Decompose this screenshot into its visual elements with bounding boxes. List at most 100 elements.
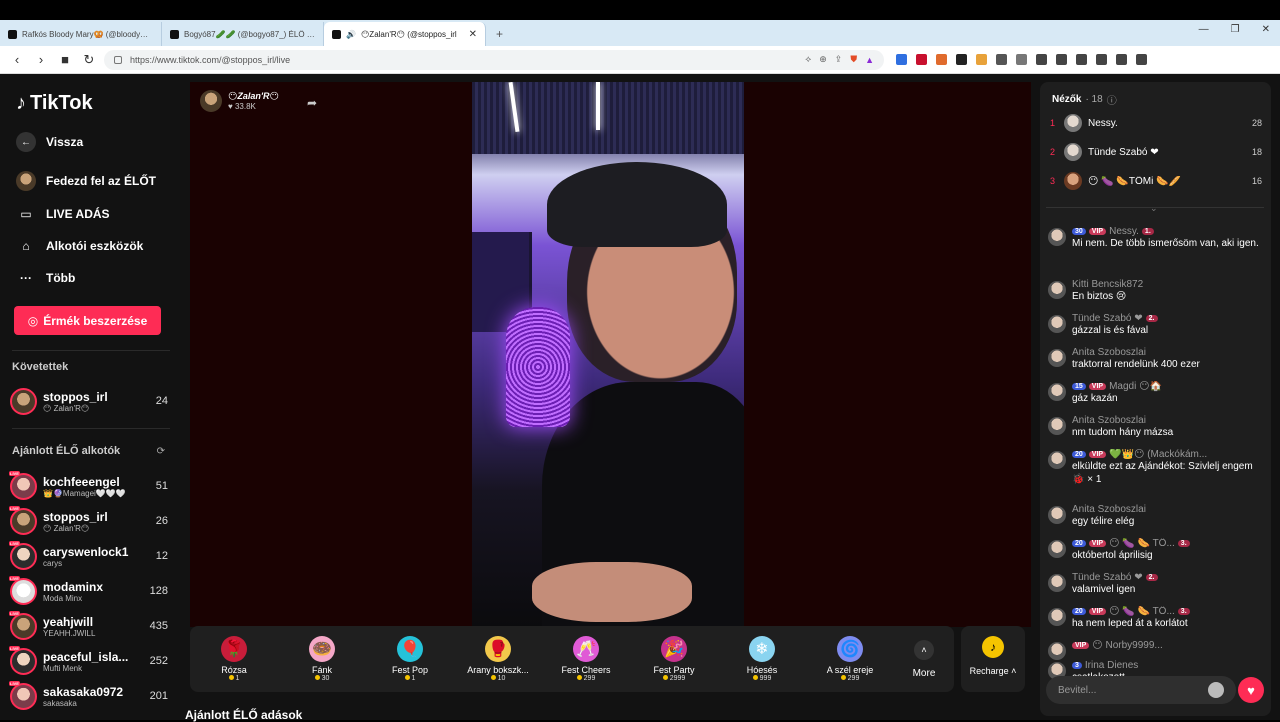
- reload-icon[interactable]: ↻: [80, 51, 98, 69]
- wallet-icon[interactable]: [1076, 54, 1087, 65]
- chat-message[interactable]: Anita Szoboszlai nm tudom hány mázsa: [1048, 415, 1266, 439]
- chat-username[interactable]: Anita Szoboszlai: [1072, 415, 1146, 426]
- chat-message[interactable]: Tünde Szabó ❤ 2. gázzal is és fával: [1048, 313, 1266, 337]
- top-viewer-row[interactable]: 1 Nessy. 28: [1050, 112, 1262, 134]
- chat-message[interactable]: 30 VIP Nessy. 1. Mi nem. De több ismerősöm v…: [1048, 226, 1266, 250]
- menu-icon[interactable]: [1136, 54, 1147, 65]
- avatar: [1048, 315, 1066, 333]
- share-icon[interactable]: ➦: [307, 96, 317, 110]
- bookmark-icon[interactable]: ■: [56, 51, 74, 69]
- chat-username[interactable]: Nessy.: [1109, 226, 1139, 237]
- refresh-icon[interactable]: ⟳: [157, 446, 165, 457]
- recharge-button[interactable]: ♪ Recharge ˄: [961, 626, 1025, 692]
- ai-icon[interactable]: [1096, 54, 1107, 65]
- chevron-down-icon[interactable]: ⌄: [1150, 203, 1158, 214]
- like-heart-button[interactable]: ♥: [1238, 677, 1264, 703]
- extension-icon[interactable]: [956, 54, 967, 65]
- top-viewer-row[interactable]: 2 Tünde Szabó ❤ 18: [1050, 141, 1262, 163]
- close-tab-icon[interactable]: ✕: [469, 29, 477, 40]
- extension-icon[interactable]: [896, 54, 907, 65]
- gift-item[interactable]: 🎈 Fest Pop 1: [366, 636, 454, 682]
- browser-tab-3-active[interactable]: 🔊 😶Zalan'R😶 (@stoppos_irl ✕: [324, 22, 486, 46]
- gift-item[interactable]: 🥂 Fest Cheers 299: [542, 636, 630, 682]
- speaker-icon[interactable]: 🔊: [346, 30, 356, 39]
- chat-message[interactable]: Anita Szoboszlai egy télire elég: [1048, 504, 1266, 528]
- share-page-icon[interactable]: ⇪: [835, 54, 843, 65]
- maximize-icon[interactable]: ❐: [1231, 24, 1240, 35]
- recommended-creator[interactable]: LIVE modaminx Moda Minx 128: [9, 575, 168, 607]
- chat-message[interactable]: 20 VIP 😶 🍆 🌭 TÖ... 3. októbertol áprilisig: [1048, 538, 1266, 562]
- close-window-icon[interactable]: ✕: [1262, 24, 1270, 35]
- media-icon[interactable]: [1036, 54, 1047, 65]
- chat-input[interactable]: Bevitel...: [1046, 676, 1236, 704]
- zoom-icon[interactable]: ⊕: [819, 54, 827, 65]
- recommended-creator[interactable]: LIVE yeahjwill YEAHH.JWILL 435: [9, 610, 168, 642]
- nav-more[interactable]: ··· Több: [16, 268, 75, 288]
- chat-username[interactable]: Tünde Szabó ❤: [1072, 572, 1143, 583]
- chat-username[interactable]: Magdi 😶🏠: [1109, 381, 1162, 392]
- extension-icon[interactable]: [1016, 54, 1027, 65]
- gift-item[interactable]: 🌀 A szél ereje 299: [806, 636, 894, 682]
- brave-shield-icon[interactable]: ⛊: [850, 54, 857, 65]
- chat-message[interactable]: VIP 😶 Norby9999...: [1048, 640, 1266, 660]
- live-video[interactable]: [472, 82, 744, 627]
- extension-icon[interactable]: [916, 54, 927, 65]
- translate-icon[interactable]: ⟡: [805, 54, 811, 65]
- info-icon[interactable]: ⓘ: [1107, 92, 1117, 107]
- recommended-creator[interactable]: LIVE peaceful_isla... Mufti Menk 252: [9, 645, 168, 677]
- site-info-icon[interactable]: [114, 55, 122, 64]
- chat-username[interactable]: 😶 Norby9999...: [1092, 640, 1162, 651]
- more-gifts-button[interactable]: ˄ More: [894, 639, 954, 679]
- extension-icon[interactable]: [996, 54, 1007, 65]
- nav-explore-live[interactable]: Fedezd fel az ÉLŐT: [16, 171, 156, 191]
- sidebar-icon[interactable]: [1056, 54, 1067, 65]
- viewer-count: 201: [149, 690, 168, 702]
- chat-username[interactable]: 💚👑😶 (Mackókám...: [1109, 449, 1207, 460]
- chat-message[interactable]: Tünde Szabó ❤ 2. valamivel igen: [1048, 572, 1266, 596]
- chat-username[interactable]: Anita Szoboszlai: [1072, 504, 1146, 515]
- gift-item[interactable]: ❄ Hóesés 999: [718, 636, 806, 682]
- url-field[interactable]: https://www.tiktok.com/@stoppos_irl/live…: [104, 49, 884, 70]
- emoji-icon[interactable]: [1208, 682, 1224, 698]
- chat-username[interactable]: Tünde Szabó ❤: [1072, 313, 1143, 324]
- recommended-creator[interactable]: LIVE sakasaka0972 sakasaka 201: [9, 680, 168, 712]
- vpn-icon[interactable]: [1116, 54, 1127, 65]
- recommended-creator[interactable]: LIVE caryswenlock1 carys 12: [9, 540, 168, 572]
- gift-item[interactable]: 🥊 Arany bokszk... 10: [454, 636, 542, 682]
- rewards-icon[interactable]: ▲: [865, 55, 874, 65]
- new-tab-button[interactable]: +: [486, 22, 513, 46]
- chat-username[interactable]: Kitti Bencsik872: [1072, 279, 1143, 290]
- live-player[interactable]: 😶Zalan'R😶 ♥ 33.8K ➦: [190, 82, 1031, 627]
- extension-icon[interactable]: [976, 54, 987, 65]
- gift-name: Hóesés: [746, 665, 778, 675]
- chat-message[interactable]: 20 VIP 💚👑😶 (Mackókám... elküldte ezt az Ajá…: [1048, 449, 1266, 486]
- nav-creator-tools[interactable]: ⌂ Alkotói eszközök: [16, 236, 143, 256]
- following-creator[interactable]: stoppos_irl 😶 Zalan'R😶 24: [10, 385, 168, 417]
- chat-username[interactable]: 😶 🍆 🌭 TÖ...: [1109, 538, 1175, 549]
- browser-tab-1[interactable]: Rafkós Bloody Mary🥨 (@bloodyma...: [0, 22, 162, 46]
- recommended-creator[interactable]: LIVE stoppos_irl 😶 Zalan'R😶 26: [9, 505, 168, 537]
- gift-item[interactable]: 🎉 Fest Party 2999: [630, 636, 718, 682]
- chat-message[interactable]: Kitti Bencsik872 En biztos 😢: [1048, 279, 1266, 303]
- nav-live-studio[interactable]: ▭ LIVE ADÁS: [16, 204, 109, 224]
- chat-username[interactable]: Anita Szoboszlai: [1072, 347, 1146, 358]
- rank: 1: [1050, 118, 1056, 128]
- chat-message[interactable]: 20 VIP 😶 🍆 🌭 TÖ... 3. ha nem leped át a korl…: [1048, 606, 1266, 630]
- back-button[interactable]: ← Vissza: [16, 132, 83, 152]
- chat-username[interactable]: 😶 🍆 🌭 TÖ...: [1109, 606, 1175, 617]
- extension-icon[interactable]: [936, 54, 947, 65]
- tiktok-logo[interactable]: ♪ TikTok: [16, 92, 93, 115]
- chat-username[interactable]: Irina Dienes: [1085, 660, 1138, 671]
- host-info[interactable]: 😶Zalan'R😶 ♥ 33.8K: [200, 90, 279, 112]
- chat-message[interactable]: Anita Szoboszlai traktorral rendelünk 400…: [1048, 347, 1266, 371]
- gift-item[interactable]: 🌹 Rózsa 1: [190, 636, 278, 682]
- browser-tab-2[interactable]: Bogyó87🥒🥒 (@bogyo87_) ÉLŐ a...: [162, 22, 324, 46]
- recommended-creator[interactable]: LIVE kochfeeengel 👑🔮Mamagei🤍🤍🤍 51: [9, 470, 168, 502]
- top-viewer-row[interactable]: 3 😶 🍆 🌭TÖMi 🌭🥖 16: [1050, 170, 1262, 192]
- minimize-icon[interactable]: —: [1199, 24, 1209, 35]
- back-icon[interactable]: ‹: [8, 51, 26, 69]
- forward-icon[interactable]: ›: [32, 51, 50, 69]
- gift-item[interactable]: 🍩 Fánk 30: [278, 636, 366, 682]
- chat-message[interactable]: 15 VIP Magdi 😶🏠 gáz kazán: [1048, 381, 1266, 405]
- buy-coins-button[interactable]: ◎ Érmék beszerzése: [14, 306, 161, 335]
